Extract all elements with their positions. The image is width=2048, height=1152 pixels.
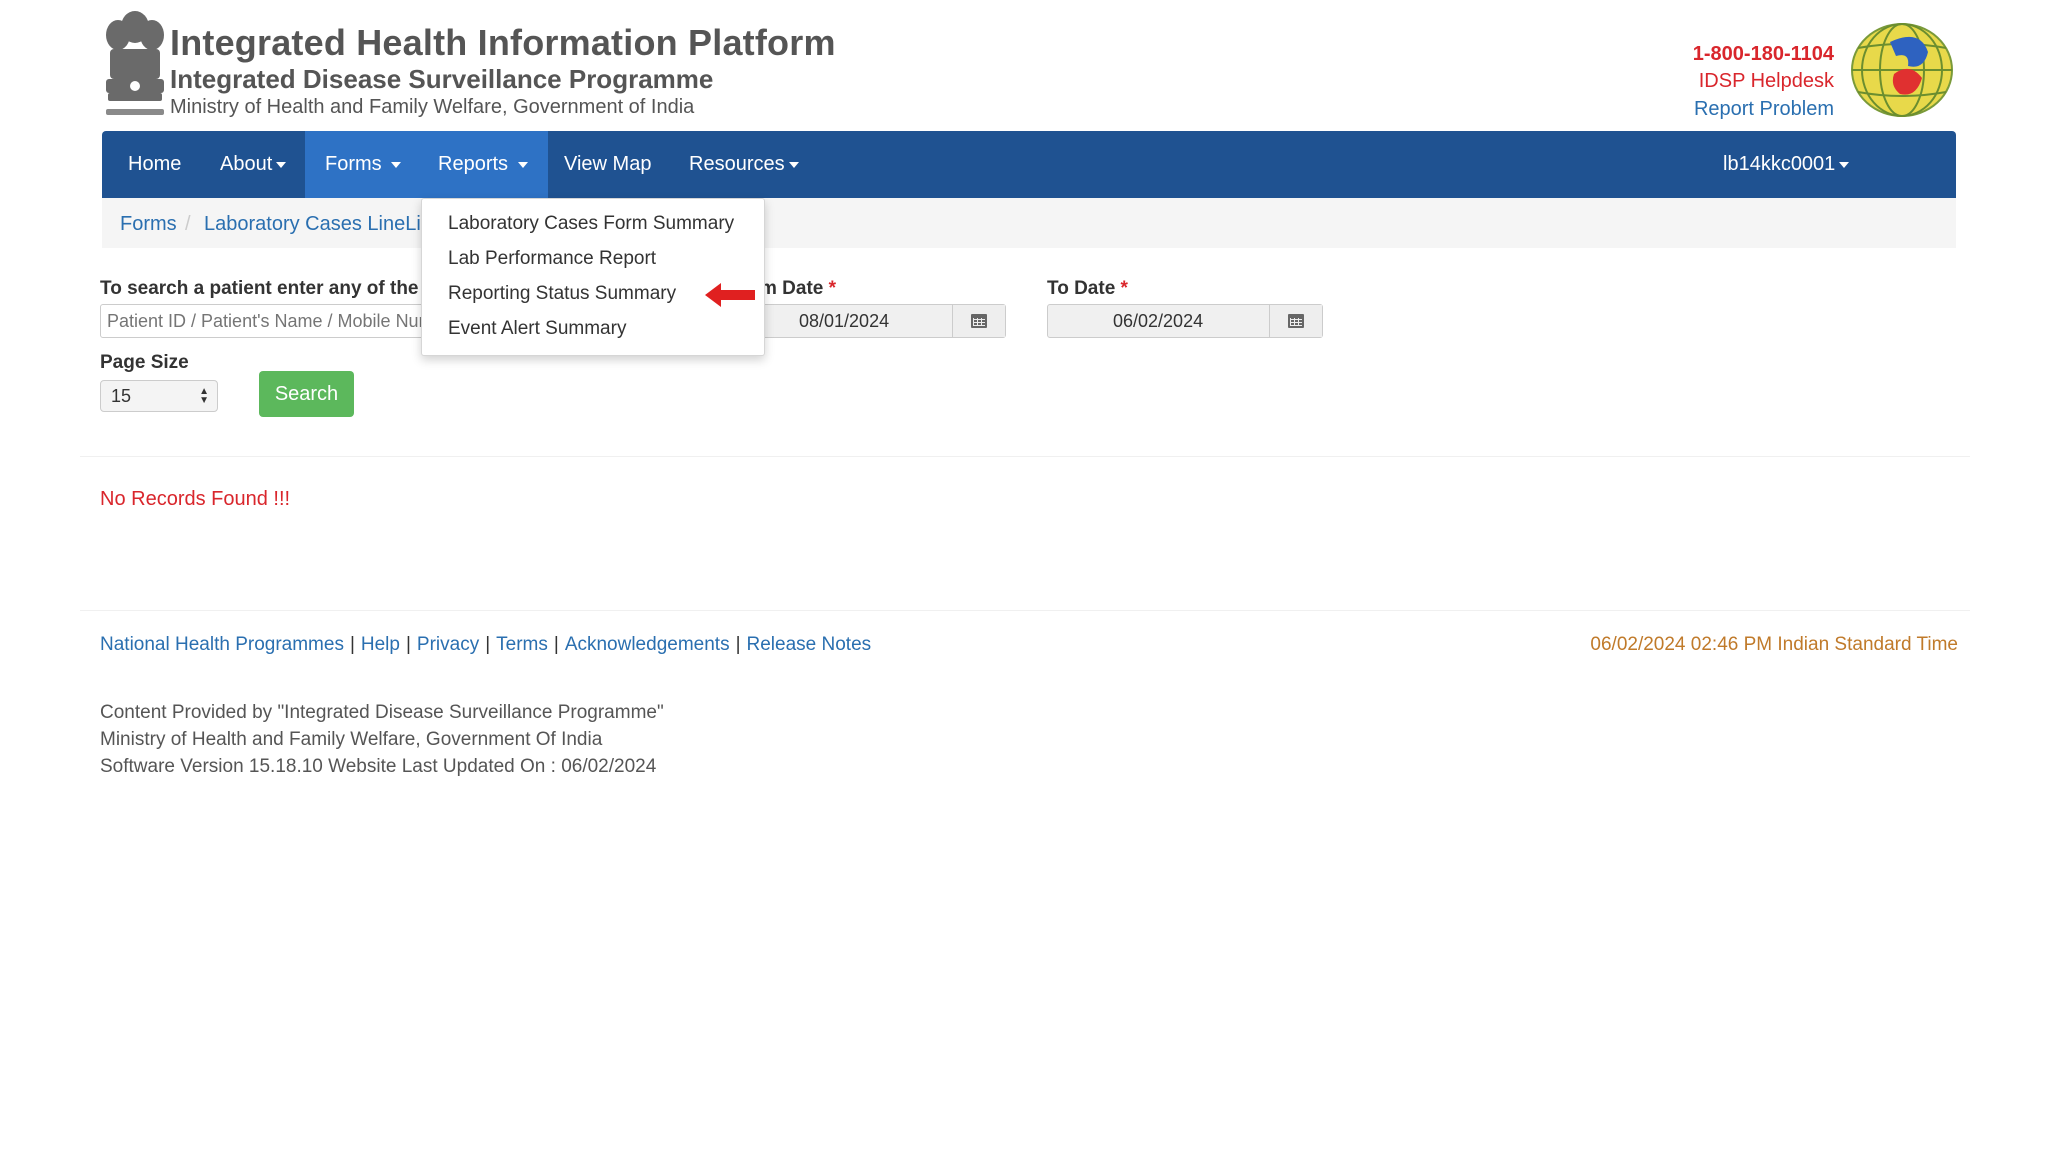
- divider: [80, 610, 1970, 611]
- nav-forms-label: Forms: [325, 153, 382, 175]
- menu-item-lab-cases-form-summary[interactable]: Laboratory Cases Form Summary: [448, 213, 734, 235]
- nav-forms[interactable]: Forms: [305, 131, 422, 198]
- nav-home[interactable]: Home: [128, 131, 181, 198]
- nav-resources-label: Resources: [689, 153, 785, 175]
- nav-home-label: Home: [128, 153, 182, 175]
- search-label: To search a patient enter any of the fol: [100, 278, 447, 299]
- nav-reports-label: Reports: [438, 153, 509, 175]
- footer-link-terms[interactable]: Terms: [496, 634, 548, 655]
- report-problem-link[interactable]: Report Problem: [1694, 98, 1834, 121]
- breadcrumb-forms[interactable]: Forms: [120, 213, 177, 236]
- current-timestamp: 06/02/2024 02:46 PM Indian Standard Time: [1590, 634, 1958, 655]
- menu-item-lab-performance-report[interactable]: Lab Performance Report: [448, 248, 656, 270]
- reports-dropdown-menu: Laboratory Cases Form Summary Lab Perfor…: [421, 198, 765, 356]
- footer-content-provided: Content Provided by "Integrated Disease …: [100, 702, 664, 723]
- patient-search-input[interactable]: [100, 304, 440, 338]
- from-date-value: 08/01/2024: [799, 311, 890, 331]
- select-arrows-icon: ▲ ▼: [199, 386, 209, 406]
- caret-down-icon: [1839, 161, 1850, 168]
- divider: [80, 456, 1970, 457]
- footer-link-release-notes[interactable]: Release Notes: [747, 634, 872, 655]
- breadcrumb-separator: /: [185, 213, 191, 235]
- menu-item-event-alert-summary[interactable]: Event Alert Summary: [448, 318, 626, 340]
- caret-down-icon: [391, 161, 402, 168]
- main-navbar: Home About Forms Reports View Map Resour…: [102, 131, 1956, 198]
- to-date-value: 06/02/2024: [1113, 311, 1204, 331]
- required-mark: *: [828, 278, 837, 299]
- page-size-label: Page Size: [100, 352, 189, 373]
- to-date-calendar-button[interactable]: [1269, 305, 1322, 337]
- helpdesk-label: IDSP Helpdesk: [1698, 70, 1834, 92]
- footer-link-national-health-programmes[interactable]: National Health Programmes: [100, 634, 344, 655]
- red-arrow-annotation: [705, 282, 755, 308]
- footer-separator: |: [349, 634, 355, 655]
- site-title: Integrated Health Information Platform: [170, 22, 836, 63]
- footer-separator: |: [405, 634, 411, 655]
- footer-separator: |: [553, 634, 559, 655]
- footer-separator: |: [735, 634, 741, 655]
- menu-item-reporting-status-summary[interactable]: Reporting Status Summary: [448, 283, 676, 305]
- from-date-label: m Date *: [760, 278, 836, 300]
- idsp-globe-logo-icon: [1850, 22, 1954, 118]
- to-date-label-text: To Date: [1047, 278, 1116, 299]
- search-button[interactable]: Search: [259, 371, 354, 417]
- caret-down-icon: [788, 161, 799, 168]
- caret-down-icon: [276, 161, 287, 168]
- national-emblem-icon: [100, 5, 170, 123]
- to-date-field[interactable]: 06/02/2024: [1047, 304, 1323, 338]
- required-mark: *: [1120, 278, 1128, 299]
- nav-view-map[interactable]: View Map: [564, 131, 651, 198]
- footer-link-privacy[interactable]: Privacy: [417, 634, 479, 655]
- footer-links: National Health Programmes | Help | Privacy |…: [100, 634, 871, 656]
- nav-user-menu[interactable]: lb14kkc0001: [1723, 131, 1850, 198]
- breadcrumb-current[interactable]: Laboratory Cases LineLis: [204, 213, 431, 236]
- breadcrumb: Forms / Laboratory Cases LineLis: [102, 198, 1956, 248]
- from-date-label-text: m Date: [760, 278, 824, 299]
- nav-about[interactable]: About: [220, 131, 287, 198]
- from-date-field[interactable]: 08/01/2024: [760, 304, 1006, 338]
- footer-version: Software Version 15.18.10 Website Last U…: [100, 756, 657, 777]
- nav-resources[interactable]: Resources: [689, 131, 799, 198]
- from-date-calendar-button[interactable]: [952, 305, 1005, 337]
- footer-ministry: Ministry of Health and Family Welfare, G…: [100, 729, 603, 750]
- calendar-icon: [1288, 314, 1304, 328]
- nav-user-label: lb14kkc0001: [1723, 153, 1836, 175]
- page-size-value: 15: [111, 386, 132, 406]
- caret-down-icon: [517, 161, 528, 168]
- page-size-select[interactable]: 15 ▲ ▼: [100, 380, 218, 412]
- footer-link-acknowledgements[interactable]: Acknowledgements: [565, 634, 730, 655]
- footer-link-help[interactable]: Help: [361, 634, 400, 655]
- nav-about-label: About: [220, 153, 273, 175]
- ministry-line: Ministry of Health and Family Welfare, G…: [170, 96, 695, 118]
- calendar-icon: [971, 314, 987, 328]
- to-date-label: To Date *: [1047, 278, 1128, 300]
- footer-separator: |: [485, 634, 491, 655]
- helpline-number: 1-800-180-1104: [1692, 43, 1834, 65]
- site-subtitle: Integrated Disease Surveillance Programm…: [170, 64, 714, 94]
- no-records-message: No Records Found !!!: [100, 488, 291, 510]
- nav-view-map-label: View Map: [564, 153, 652, 175]
- nav-reports[interactable]: Reports: [418, 131, 548, 198]
